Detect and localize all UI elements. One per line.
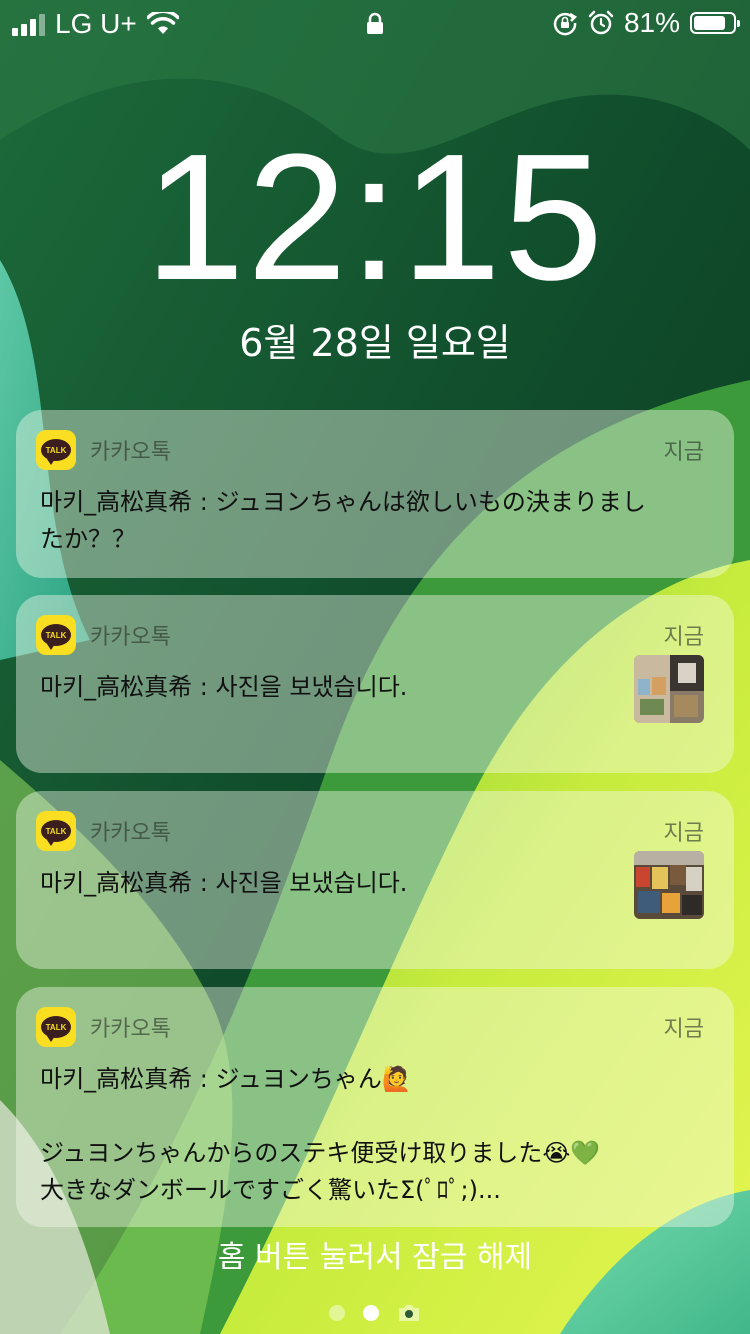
battery-fill <box>694 16 725 30</box>
kakaotalk-icon: TALK <box>36 1007 76 1047</box>
page-indicator[interactable] <box>0 1304 750 1322</box>
notification-message: 마키_高松真希 : ジュヨンちゃん🙋 ジュヨンちゃんからのステキ便受け取りました… <box>40 1065 601 1204</box>
camera-icon[interactable] <box>397 1304 421 1322</box>
rotation-lock-icon <box>553 12 577 36</box>
kakaotalk-icon: TALK <box>36 430 76 470</box>
unlock-hint: 홈 버튼 눌러서 잠금 해제 <box>217 1240 533 1275</box>
notification-message: 마키_高松真希 : ジュヨンちゃんは欲しいもの決まりましたか？？ <box>40 488 646 553</box>
battery-percent: 81% <box>623 7 680 38</box>
notification-card[interactable]: TALK 카카오톡 지금 마키_高松真希 : ジュヨンちゃん🙋 ジュヨンちゃんか… <box>16 987 734 1227</box>
signal-strength-icon <box>12 12 45 36</box>
wifi-icon <box>146 12 179 34</box>
kakaotalk-icon: TALK <box>36 811 76 851</box>
status-right: 81% <box>552 7 740 39</box>
carrier-name: LG U+ <box>55 8 137 39</box>
lock-screen-date: 6월 28일 일요일 <box>239 321 511 365</box>
notification-time: 지금 <box>663 821 704 846</box>
lock-screen-time: 12:15 <box>144 117 606 318</box>
photo-thumbnail <box>634 851 704 919</box>
notification-app-name: 카카오톡 <box>90 821 171 846</box>
status-left: LG U+ <box>12 8 179 40</box>
notification-message: 마키_高松真希 : 사진을 보냈습니다. <box>40 673 408 701</box>
notification-time: 지금 <box>663 440 704 465</box>
photo-thumbnail <box>634 655 704 723</box>
notification-app-name: 카카오톡 <box>90 1017 171 1042</box>
alarm-icon <box>588 10 614 35</box>
status-bar: LG U+ 81% <box>0 0 750 48</box>
notification-card[interactable]: TALK 카카오톡 지금 마키_高松真希 : ジュヨンちゃんは欲しいもの決まりま… <box>16 410 734 578</box>
lock-icon <box>367 12 383 34</box>
notification-card[interactable]: TALK 카카오톡 지금 마키_高松真希 : 사진을 보냈습니다. <box>16 791 734 969</box>
page-dot[interactable] <box>329 1305 345 1321</box>
notification-time: 지금 <box>663 625 704 650</box>
kakaotalk-icon: TALK <box>36 615 76 655</box>
notification-app-name: 카카오톡 <box>90 625 171 650</box>
notification-time: 지금 <box>663 1017 704 1042</box>
battery-icon <box>690 12 740 34</box>
page-dot-active[interactable] <box>363 1305 379 1321</box>
notification-app-name: 카카오톡 <box>90 440 171 465</box>
notification-card[interactable]: TALK 카카오톡 지금 마키_高松真希 : 사진을 보냈습니다. <box>16 595 734 773</box>
notification-message: 마키_高松真希 : 사진을 보냈습니다. <box>40 869 408 897</box>
